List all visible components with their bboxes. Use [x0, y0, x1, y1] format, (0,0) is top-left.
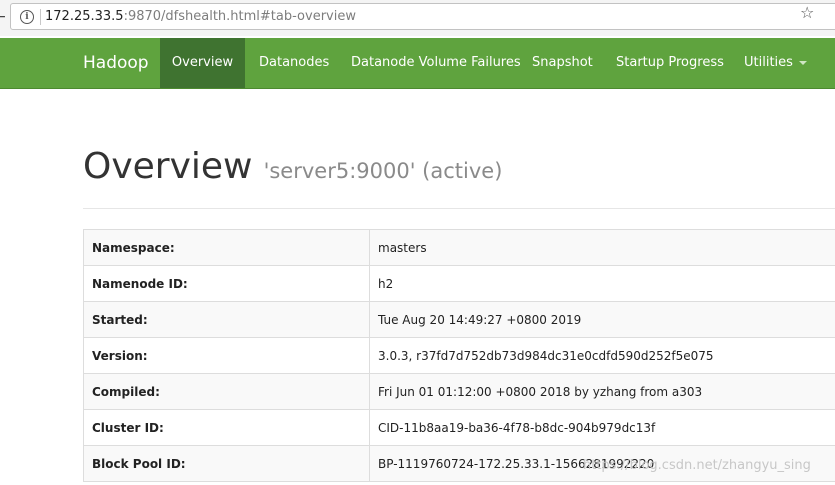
row-value: Fri Jun 01 01:12:00 +0800 2018 by yzhang… [369, 373, 835, 410]
row-value: h2 [369, 265, 835, 302]
row-value: 3.0.3, r37fd7d752db73d984dc31e0cdfd590d2… [369, 337, 835, 374]
row-key: Started: [83, 301, 370, 338]
navbar: Hadoop Overview Datanodes Datanode Volum… [0, 38, 835, 89]
nav-utilities-label: Utilities [744, 55, 793, 70]
bookmark-star-icon[interactable]: ☆ [800, 4, 814, 22]
table-row: Version: 3.0.3, r37fd7d752db73d984dc31e0… [83, 337, 835, 374]
nav-volume-failures-label: Datanode Volume Failures [351, 55, 521, 70]
table-row: Cluster ID: CID-11b8aa19-ba36-4f78-b8dc-… [83, 409, 835, 446]
row-value: Tue Aug 20 14:49:27 +0800 2019 [369, 301, 835, 338]
row-key: Version: [83, 337, 370, 374]
address-divider [40, 9, 41, 25]
row-value: masters [369, 229, 835, 266]
nav-datanodes-label: Datanodes [259, 55, 330, 70]
watermark: https://blog.csdn.net/zhangyu_sing [583, 458, 811, 473]
table-row: Started: Tue Aug 20 14:49:27 +0800 2019 [83, 301, 835, 338]
brand-logo[interactable]: Hadoop [83, 38, 149, 88]
table-row: Compiled: Fri Jun 01 01:12:00 +0800 2018… [83, 373, 835, 410]
page-title: Overview [83, 146, 253, 187]
back-arrow-icon[interactable]: ← [0, 6, 6, 28]
url-path: :9870/dfshealth.html#tab-overview [123, 9, 356, 24]
table-row: Namespace: masters [83, 229, 835, 266]
row-key: Block Pool ID: [83, 445, 370, 482]
header-divider [83, 208, 835, 209]
row-value: CID-11b8aa19-ba36-4f78-b8dc-904b979dc13f [369, 409, 835, 446]
overview-table: Namespace: masters Namenode ID: h2 Start… [83, 229, 835, 482]
row-key: Cluster ID: [83, 409, 370, 446]
info-icon[interactable]: i [20, 10, 34, 24]
url-host: 172.25.33.5 [45, 9, 124, 24]
nav-snapshot[interactable]: Snapshot [532, 38, 593, 88]
table-row: Namenode ID: h2 [83, 265, 835, 302]
row-key: Compiled: [83, 373, 370, 410]
nav-snapshot-label: Snapshot [532, 55, 593, 70]
nav-overview-label: Overview [171, 55, 234, 70]
address-bar[interactable]: i 172.25.33.5:9870/dfshealth.html#tab-ov… [10, 3, 835, 30]
nav-startup-progress-label: Startup Progress [616, 55, 724, 70]
nav-overview[interactable]: Overview [160, 38, 245, 88]
nav-datanodes[interactable]: Datanodes [259, 38, 329, 88]
browser-toolbar: ← i 172.25.33.5:9870/dfshealth.html#tab-… [0, 0, 835, 36]
caret-down-icon [798, 60, 807, 65]
row-key: Namenode ID: [83, 265, 370, 302]
row-key: Namespace: [83, 229, 370, 266]
url-text[interactable]: 172.25.33.5:9870/dfshealth.html#tab-over… [45, 8, 356, 26]
nav-startup-progress[interactable]: Startup Progress [616, 38, 724, 88]
page-header: Overview 'server5:9000' (active) [83, 146, 502, 187]
page-subtitle: 'server5:9000' (active) [263, 159, 503, 183]
nav-datanode-volume-failures[interactable]: Datanode Volume Failures [351, 38, 521, 88]
nav-utilities-dropdown[interactable]: Utilities [744, 38, 807, 88]
